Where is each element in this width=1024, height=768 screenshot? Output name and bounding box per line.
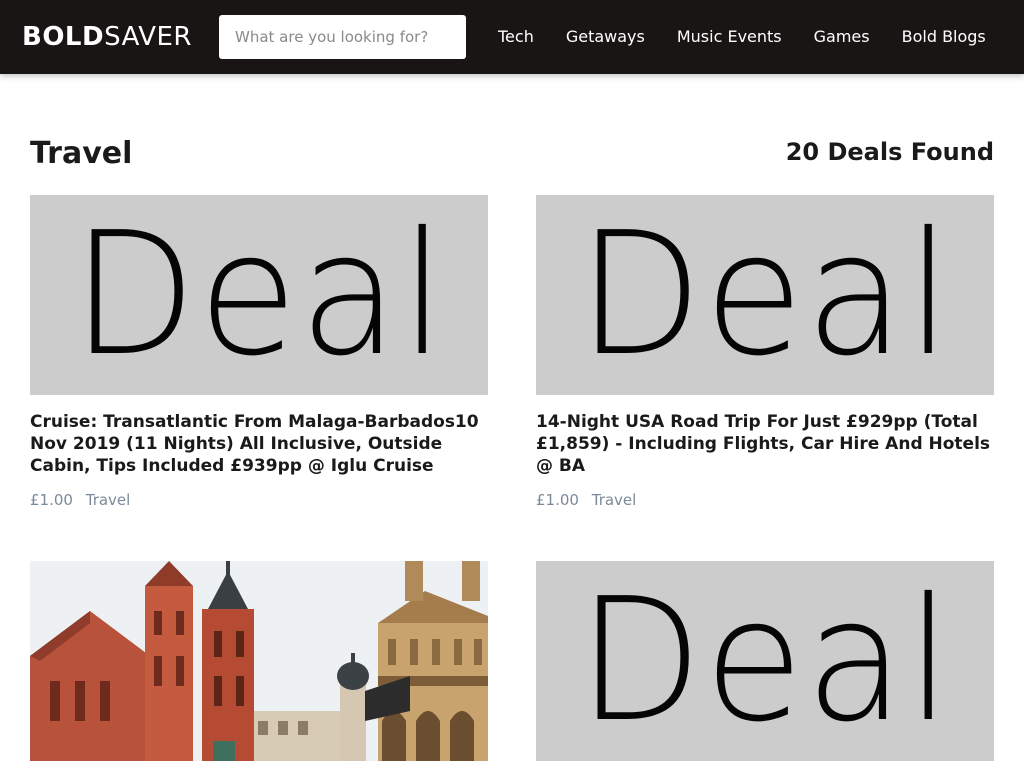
deal-price: £1.00 [536,491,579,509]
deal-image-placeholder[interactable]: Deal [536,561,994,761]
deal-card[interactable]: Deal Cruise: Transatlantic From Malaga-B… [30,195,488,509]
deal-meta: £1.00 Travel [30,491,488,509]
nav-link-bold-blogs[interactable]: Bold Blogs [886,0,1002,74]
deal-count: 20 Deals Found [785,138,994,166]
logo-light-text: SAVER [104,22,192,52]
deal-price: £1.00 [30,491,73,509]
deal-image-placeholder[interactable]: Deal [30,195,488,395]
main-nav: Tech Getaways Music Events Games Bold Bl… [482,0,1002,74]
nav-link-tech[interactable]: Tech [482,0,550,74]
deal-card[interactable]: Deal 14-Night USA Road Trip For Just £92… [536,195,994,509]
page-title: Travel [30,136,133,171]
deal-category[interactable]: Travel [592,491,637,509]
logo-bold-text: BOLD [22,22,105,52]
deal-title[interactable]: Cruise: Transatlantic From Malaga-Barbad… [30,411,488,477]
site-header: BOLDSAVER Tech Getaways Music Events Gam… [0,0,1024,74]
deal-category[interactable]: Travel [86,491,131,509]
site-logo[interactable]: BOLDSAVER [22,20,192,54]
deal-card[interactable]: Deal [536,561,994,761]
krakow-old-town-photo[interactable] [30,561,488,761]
nav-link-games[interactable]: Games [798,0,886,74]
deal-meta: £1.00 Travel [536,491,994,509]
search-input[interactable] [219,15,466,59]
deal-card[interactable] [30,561,488,761]
deal-image-text: Deal [71,196,447,394]
nav-link-getaways[interactable]: Getaways [550,0,661,74]
deal-title[interactable]: 14-Night USA Road Trip For Just £929pp (… [536,411,994,477]
city-photo-illustration [30,561,488,761]
nav-link-music-events[interactable]: Music Events [661,0,798,74]
deal-image-text: Deal [577,562,953,760]
deal-image-text: Deal [577,196,953,394]
deal-image-placeholder[interactable]: Deal [536,195,994,395]
